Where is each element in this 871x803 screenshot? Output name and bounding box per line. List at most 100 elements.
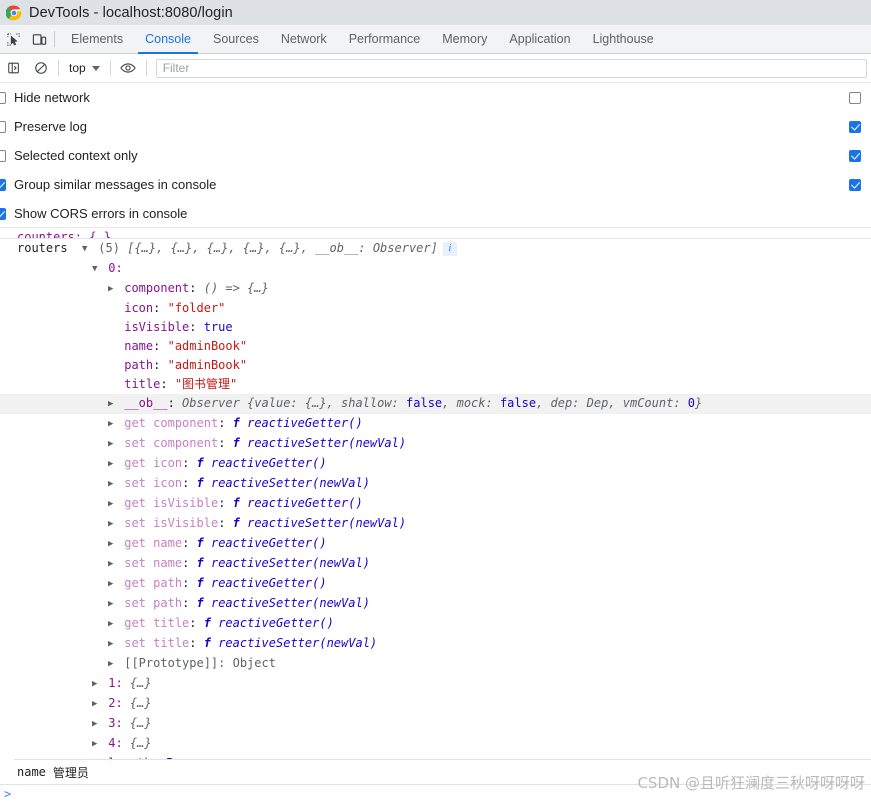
tab-sources[interactable]: Sources [202,25,270,54]
log-row-index-0[interactable]: 0: [0,259,871,279]
expand-twisty-icon[interactable] [82,240,91,259]
setting-right-4[interactable] [849,170,861,199]
tab-performance[interactable]: Performance [338,25,432,54]
setting-right-3[interactable] [849,141,861,170]
inspect-element-icon[interactable] [0,25,26,54]
accessor-kind: get [124,536,146,550]
checkbox[interactable] [0,207,6,220]
setting-right-1[interactable] [849,83,861,112]
tab-lighthouse[interactable]: Lighthouse [582,25,665,54]
tab-console[interactable]: Console [134,25,202,54]
property-separator: : [160,377,175,391]
checkbox[interactable] [849,149,861,162]
settings-left-column: Hide network Preserve log Selected conte… [0,83,216,227]
toolbar-divider [145,60,147,76]
execution-context-select[interactable]: top [63,58,106,78]
expand-twisty-icon[interactable] [108,655,117,674]
log-row-property[interactable]: icon: "folder" [0,299,871,318]
log-row-accessor[interactable]: set title: f reactiveSetter(newVal) [0,634,871,654]
log-row-accessor[interactable]: get name: f reactiveGetter() [0,534,871,554]
expand-twisty-icon[interactable] [92,715,101,734]
log-row-routers[interactable]: routers (5) [{…}, {…}, {…}, {…}, {…}, __… [0,239,871,259]
tab-memory[interactable]: Memory [431,25,498,54]
clear-console-icon[interactable] [0,54,27,83]
filter-input[interactable]: Filter [155,58,867,78]
expand-twisty-icon[interactable] [108,455,117,474]
setting-preserve-log[interactable]: Preserve log [0,112,216,141]
live-expression-eye-icon[interactable] [115,54,142,83]
log-row-array-item[interactable]: 2: {…} [0,694,871,714]
log-row-accessor[interactable]: set icon: f reactiveSetter(newVal) [0,474,871,494]
array-value: {…} [129,696,152,710]
log-row-accessor[interactable]: get path: f reactiveGetter() [0,574,871,594]
log-row-accessor[interactable]: set component: f reactiveSetter(newVal) [0,434,871,454]
info-badge-icon[interactable]: i [442,242,457,256]
log-row-property[interactable]: title: "图书管理" [0,375,871,394]
setting-group-similar-messages[interactable]: Group similar messages in console [0,170,216,199]
setting-right-2[interactable] [849,112,861,141]
property-value: "adminBook" [167,339,248,353]
log-row-accessor[interactable]: get component: f reactiveGetter() [0,414,871,434]
log-row-property[interactable]: isVisible: true [0,318,871,337]
expand-twisty-icon[interactable] [108,280,117,299]
checkbox[interactable] [849,91,861,104]
console-output[interactable]: counters: {…} routers (5) [{…}, {…}, {…}… [0,228,871,759]
expand-twisty-icon[interactable] [108,495,117,514]
tab-application[interactable]: Application [498,25,581,54]
log-row-accessor[interactable]: get icon: f reactiveGetter() [0,454,871,474]
checkbox[interactable] [0,149,6,162]
log-row-observer[interactable]: __ob__: Observer {value: {…}, shallow: f… [0,394,871,414]
log-row-array-item[interactable]: 1: {…} [0,674,871,694]
log-row-array-item[interactable]: 3: {…} [0,714,871,734]
setting-show-cors-errors[interactable]: Show CORS errors in console [0,199,216,227]
expand-twisty-icon[interactable] [108,475,117,494]
property-key: component [124,281,190,295]
checkbox[interactable] [849,178,861,191]
property-separator: : [189,281,204,295]
checkbox[interactable] [0,120,6,133]
property-key: isVisible [124,320,190,334]
log-row-accessor[interactable]: set isVisible: f reactiveSetter(newVal) [0,514,871,534]
checkbox[interactable] [849,120,861,133]
expand-twisty-icon[interactable] [92,675,101,694]
log-row-accessor[interactable]: set path: f reactiveSetter(newVal) [0,594,871,614]
log-row-property[interactable]: component: () => {…} [0,279,871,299]
log-row-prototype-object[interactable]: [[Prototype]]: Object [0,654,871,674]
no-entry-icon[interactable] [27,54,54,83]
property-value: "图书管理" [174,377,238,391]
expand-twisty-icon[interactable] [108,635,117,654]
expand-twisty-icon[interactable] [108,415,117,434]
accessor-function: reactiveSetter(newVal) [210,476,370,490]
observer-vmcount-value: 0 [687,396,696,410]
setting-label: Show CORS errors in console [14,206,188,221]
expand-twisty-icon[interactable] [108,615,117,634]
console-settings-pane: Hide network Preserve log Selected conte… [0,83,871,228]
expand-twisty-icon[interactable] [92,260,101,279]
setting-selected-context-only[interactable]: Selected context only [0,141,216,170]
property-separator: : [153,358,168,372]
expand-twisty-icon[interactable] [92,695,101,714]
setting-hide-network[interactable]: Hide network [0,83,216,112]
array-index: 1: [108,676,123,690]
accessor-key: title [153,616,190,630]
log-row-accessor[interactable]: get title: f reactiveGetter() [0,614,871,634]
expand-twisty-icon[interactable] [108,575,117,594]
expand-twisty-icon[interactable] [108,595,117,614]
expand-twisty-icon[interactable] [108,515,117,534]
device-toolbar-icon[interactable] [26,25,52,54]
expand-twisty-icon[interactable] [108,435,117,454]
expand-twisty-icon[interactable] [108,395,117,414]
tab-network[interactable]: Network [270,25,338,54]
checkbox[interactable] [0,178,6,191]
checkbox[interactable] [0,91,6,104]
log-row-property[interactable]: name: "adminBook" [0,337,871,356]
log-row-accessor[interactable]: get isVisible: f reactiveGetter() [0,494,871,514]
routers-label: routers [17,241,68,255]
expand-twisty-icon[interactable] [108,535,117,554]
log-row-accessor[interactable]: set name: f reactiveSetter(newVal) [0,554,871,574]
log-row-array-item[interactable]: 4: {…} [0,734,871,754]
expand-twisty-icon[interactable] [92,735,101,754]
expand-twisty-icon[interactable] [108,555,117,574]
log-row-property[interactable]: path: "adminBook" [0,356,871,375]
tab-elements[interactable]: Elements [60,25,134,54]
